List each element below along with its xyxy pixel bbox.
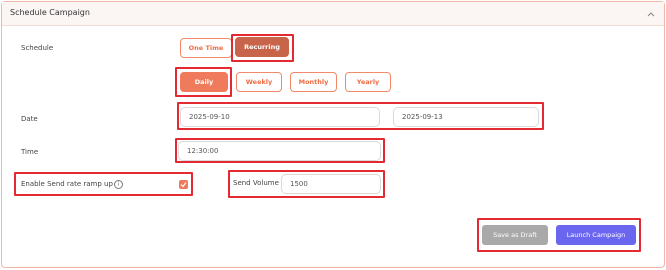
save-as-draft-button[interactable]: Save as Draft <box>482 225 548 245</box>
send-volume-input[interactable]: 1500 <box>281 174 381 194</box>
daily-highlight <box>175 67 232 97</box>
time-label: Time <box>21 148 39 156</box>
ramp-checkbox[interactable] <box>179 180 188 189</box>
launch-campaign-button[interactable]: Launch Campaign <box>556 225 636 245</box>
time-input[interactable]: 12:30:00 <box>178 141 381 161</box>
panel-header[interactable]: Schedule Campaign <box>2 2 664 26</box>
schedule-label: Schedule <box>21 44 54 52</box>
one-time-button[interactable]: One Time <box>180 38 232 58</box>
volume-label: Send Volume <box>233 179 279 187</box>
chevron-up-icon[interactable] <box>646 10 656 18</box>
panel-title: Schedule Campaign <box>10 8 90 17</box>
date-label: Date <box>21 115 38 123</box>
yearly-button[interactable]: Yearly <box>345 72 391 92</box>
info-icon: i <box>114 180 123 189</box>
recurring-highlight <box>231 34 294 62</box>
monthly-button[interactable]: Monthly <box>290 72 337 92</box>
checkmark-icon <box>180 182 187 188</box>
ramp-label: Enable Send rate ramp up <box>21 180 113 188</box>
weekly-button[interactable]: Weekly <box>236 72 282 92</box>
start-date-input[interactable]: 2025-09-10 <box>180 107 380 127</box>
end-date-input[interactable]: 2025-09-13 <box>393 107 539 127</box>
